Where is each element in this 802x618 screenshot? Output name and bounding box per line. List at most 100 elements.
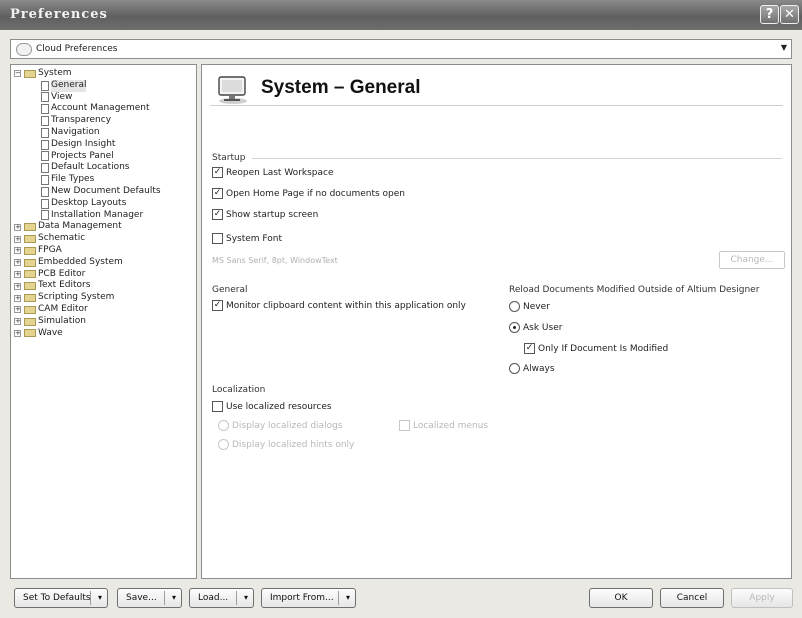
tree-item-label: Desktop Layouts: [51, 197, 127, 208]
only-if-modified-checkbox[interactable]: ✓ Only If Document Is Modified: [524, 343, 668, 354]
checkbox-box[interactable]: [212, 401, 223, 412]
tree-item[interactable]: Desktop Layouts: [11, 198, 196, 210]
close-button[interactable]: ✕: [780, 5, 799, 24]
tree-item-label: View: [51, 91, 73, 102]
tree-item-label: General: [51, 79, 87, 92]
use-localized-resources-checkbox[interactable]: Use localized resources: [212, 401, 332, 412]
expand-icon[interactable]: +: [14, 247, 21, 255]
checkbox-box[interactable]: [212, 233, 223, 244]
expand-icon[interactable]: +: [14, 282, 21, 290]
change-font-button[interactable]: Change...: [719, 251, 785, 269]
tree-item[interactable]: Transparency: [11, 115, 196, 127]
checkbox-box[interactable]: ✓: [212, 188, 223, 199]
reload-always-radio[interactable]: Always: [509, 363, 555, 374]
chevron-down-icon[interactable]: ▾: [98, 593, 102, 602]
load-button[interactable]: Load... ▾: [189, 588, 254, 608]
radio-circle[interactable]: [218, 439, 229, 450]
open-home-page-checkbox[interactable]: ✓ Open Home Page if no documents open: [212, 188, 405, 199]
tree-item[interactable]: − System: [11, 68, 196, 80]
checkbox-box[interactable]: ✓: [212, 300, 223, 311]
help-button[interactable]: ?: [760, 5, 779, 24]
expand-icon[interactable]: +: [14, 223, 21, 231]
tree-item[interactable]: + Text Editors: [11, 280, 196, 292]
display-localized-hints-radio[interactable]: Display localized hints only: [218, 439, 354, 450]
tree-item[interactable]: + Simulation: [11, 316, 196, 328]
page-icon: [41, 127, 49, 138]
page-icon: [41, 92, 49, 103]
expand-icon[interactable]: +: [14, 318, 21, 326]
checkbox-box[interactable]: [399, 420, 410, 431]
system-font-checkbox[interactable]: System Font: [212, 233, 282, 244]
tree-item[interactable]: + Data Management: [11, 221, 196, 233]
tree-item[interactable]: File Types: [11, 174, 196, 186]
tree-item-label: Default Locations: [51, 162, 130, 173]
tree-item[interactable]: + PCB Editor: [11, 269, 196, 281]
tree-item-label: Data Management: [38, 221, 122, 232]
tree-item[interactable]: + CAM Editor: [11, 304, 196, 316]
show-startup-screen-checkbox[interactable]: ✓ Show startup screen: [212, 209, 318, 220]
tree-item[interactable]: Design Insight: [11, 139, 196, 151]
button-divider: [236, 591, 237, 605]
tree-item-label: Projects Panel: [51, 150, 114, 161]
reload-never-radio[interactable]: Never: [509, 301, 550, 312]
import-from-button[interactable]: Import From... ▾: [261, 588, 356, 608]
expand-icon[interactable]: +: [14, 270, 21, 278]
folder-icon: [24, 258, 36, 267]
radio-circle[interactable]: [218, 420, 229, 431]
tree-item[interactable]: New Document Defaults: [11, 186, 196, 198]
ok-button[interactable]: OK: [589, 588, 653, 608]
display-localized-dialogs-radio[interactable]: Display localized dialogs: [218, 420, 342, 431]
tree-item[interactable]: View: [11, 92, 196, 104]
save-button[interactable]: Save... ▾: [117, 588, 182, 608]
tree-item-label: FPGA: [38, 244, 62, 255]
expand-icon[interactable]: +: [14, 259, 21, 267]
title-bar: Preferences ? ✕: [0, 0, 802, 31]
monitor-clipboard-checkbox[interactable]: ✓ Monitor clipboard content within this …: [212, 300, 466, 311]
tree-item[interactable]: Default Locations: [11, 162, 196, 174]
expand-icon[interactable]: +: [14, 294, 21, 302]
reload-section-label: Reload Documents Modified Outside of Alt…: [509, 285, 760, 295]
page-icon: [41, 151, 49, 162]
tree-item[interactable]: Projects Panel: [11, 151, 196, 163]
folder-icon: [24, 270, 36, 279]
set-to-defaults-button[interactable]: Set To Defaults ▾: [14, 588, 108, 608]
radio-circle[interactable]: [509, 363, 520, 374]
page-icon: [41, 80, 49, 91]
expand-icon[interactable]: +: [14, 235, 21, 243]
chevron-down-icon[interactable]: ▾: [346, 593, 350, 602]
cancel-button[interactable]: Cancel: [660, 588, 724, 608]
expand-icon[interactable]: +: [14, 306, 21, 314]
expand-icon[interactable]: +: [14, 329, 21, 337]
radio-circle[interactable]: [509, 301, 520, 312]
radio-circle[interactable]: [509, 322, 520, 333]
tree-item-label: CAM Editor: [38, 303, 88, 314]
tree-item-label: Embedded System: [38, 256, 123, 267]
tree-item-label: Design Insight: [51, 138, 116, 149]
tree-item[interactable]: Account Management: [11, 103, 196, 115]
folder-icon: [24, 317, 36, 326]
tree-item[interactable]: General: [11, 79, 196, 92]
tree-item[interactable]: + Embedded System: [11, 257, 196, 269]
localized-menus-checkbox[interactable]: Localized menus: [399, 420, 488, 431]
checkbox-box[interactable]: ✓: [212, 167, 223, 178]
tree-item[interactable]: + FPGA: [11, 245, 196, 257]
page-icon: [41, 163, 49, 174]
cloud-preferences-dropdown[interactable]: Cloud Preferences ▼: [10, 39, 792, 59]
localization-section-label: Localization: [212, 385, 266, 395]
cloud-icon: [16, 42, 32, 56]
tree-item[interactable]: Navigation: [11, 127, 196, 139]
collapse-icon[interactable]: −: [14, 70, 21, 78]
tree-item[interactable]: Installation Manager: [11, 210, 196, 222]
checkbox-box[interactable]: ✓: [524, 343, 535, 354]
reload-ask-user-radio[interactable]: Ask User: [509, 322, 562, 333]
checkbox-box[interactable]: ✓: [212, 209, 223, 220]
tree-item[interactable]: + Wave: [11, 328, 196, 340]
chevron-down-icon[interactable]: ▾: [244, 593, 248, 602]
chevron-down-icon[interactable]: ▾: [172, 593, 176, 602]
apply-button[interactable]: Apply: [731, 588, 793, 608]
tree-item[interactable]: + Schematic: [11, 233, 196, 245]
reopen-workspace-checkbox[interactable]: ✓ Reopen Last Workspace: [212, 167, 334, 178]
tree-item[interactable]: + Scripting System: [11, 292, 196, 304]
page-header: System – General: [210, 73, 783, 106]
preferences-tree[interactable]: − System General View Account Management Tran…: [10, 64, 197, 579]
